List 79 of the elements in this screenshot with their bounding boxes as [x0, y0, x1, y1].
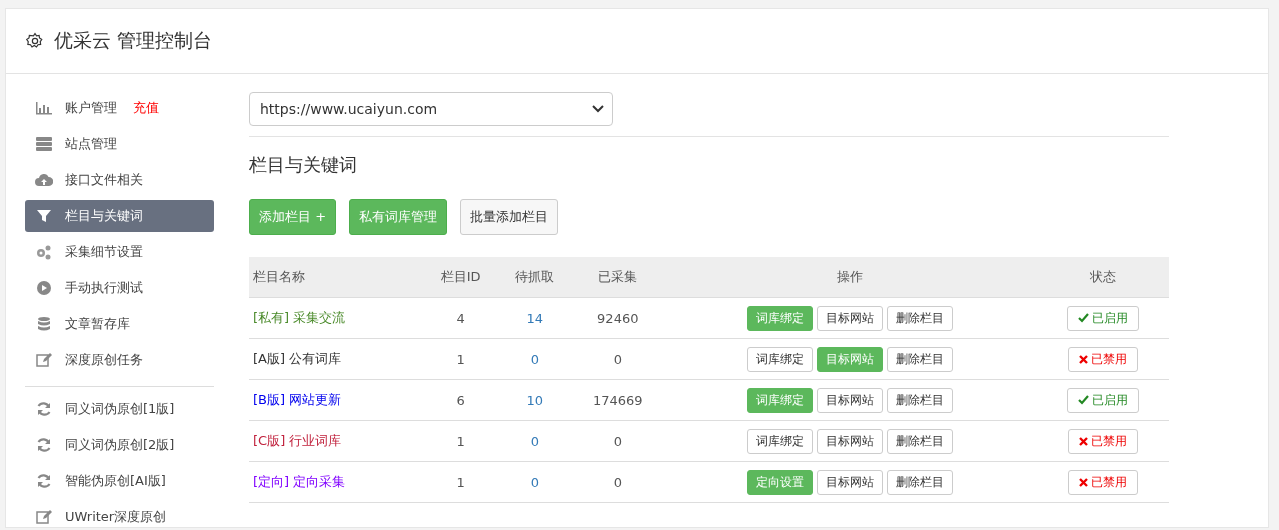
- sidebar-item-label: 账户管理: [65, 99, 117, 117]
- table-cell: 1: [423, 338, 499, 380]
- settings-icon: [26, 32, 44, 50]
- row-action-button[interactable]: 目标网站: [817, 469, 884, 495]
- column-header: 待抓取: [498, 257, 572, 298]
- table-cell: 0: [571, 420, 664, 462]
- column-header: 栏目ID: [423, 257, 499, 298]
- row-action-button[interactable]: 目标网站: [817, 305, 884, 331]
- row-action-button[interactable]: 删除栏目: [887, 428, 954, 454]
- row-action-button[interactable]: 词库绑定: [747, 346, 814, 372]
- server-icon: [35, 136, 53, 152]
- table-cell: [C版] 行业词库: [249, 420, 424, 462]
- sidebar-item[interactable]: 手动执行测试: [25, 272, 214, 304]
- sidebar-item[interactable]: 站点管理: [25, 128, 214, 160]
- sidebar-item[interactable]: UWriter深度原创: [25, 501, 214, 527]
- filter-icon: [35, 208, 53, 224]
- table-cell: 174669: [571, 379, 664, 421]
- status-button[interactable]: 已启用: [1066, 387, 1139, 413]
- table-cell: 0: [571, 338, 664, 380]
- table-cell: 10: [498, 379, 572, 421]
- table-cell: 14: [498, 297, 572, 339]
- row-action-button[interactable]: 删除栏目: [887, 305, 954, 331]
- refresh-icon: [35, 401, 53, 417]
- play-icon: [35, 280, 53, 296]
- sidebar-item[interactable]: 账户管理 充值: [25, 92, 214, 124]
- column-header: 状态: [1036, 257, 1169, 298]
- database-icon: [35, 316, 53, 332]
- recharge-link[interactable]: 充值: [133, 99, 159, 117]
- sidebar-item[interactable]: 采集细节设置: [25, 236, 214, 268]
- status-button[interactable]: 已禁用: [1067, 346, 1138, 372]
- section-title: 栏目与关键词: [249, 153, 358, 177]
- status-button[interactable]: 已禁用: [1067, 469, 1138, 495]
- row-action-button[interactable]: 删除栏目: [887, 346, 954, 372]
- table-cell: 4: [423, 297, 499, 339]
- table-cell: [定向] 定向采集: [249, 461, 424, 503]
- sidebar-item[interactable]: 栏目与关键词: [25, 200, 214, 232]
- table-cell: 1: [423, 461, 499, 503]
- table-cell: [私有] 采集交流: [249, 297, 424, 339]
- table-cell: 0: [498, 420, 572, 462]
- edit-icon: [35, 509, 53, 525]
- row-action-button[interactable]: 词库绑定: [747, 428, 814, 454]
- site-select[interactable]: https://www.ucaiyun.com: [249, 92, 613, 126]
- gears-icon: [35, 244, 53, 260]
- cross-icon: [1078, 477, 1088, 487]
- table-cell: 6: [423, 379, 499, 421]
- table-cell: [A版] 公有词库: [249, 338, 424, 380]
- sidebar-item[interactable]: 文章暂存库: [25, 308, 214, 340]
- status-button[interactable]: 已启用: [1066, 305, 1139, 331]
- column-header: 已采集: [571, 257, 664, 298]
- edit-icon: [35, 352, 53, 368]
- table-cell: 92460: [571, 297, 664, 339]
- cross-icon: [1078, 354, 1088, 364]
- table-cell: 0: [571, 461, 664, 503]
- caret-icon: [592, 105, 604, 113]
- table-cell: 1: [423, 420, 499, 462]
- table-cell: 0: [498, 338, 572, 380]
- table-cell: [B版] 网站更新: [249, 379, 424, 421]
- column-header: 栏目名称: [249, 257, 424, 298]
- refresh-icon: [35, 437, 53, 453]
- page-title: 优采云 管理控制台: [54, 28, 213, 53]
- cloud-upload-icon: [35, 172, 53, 188]
- table-cell: 0: [498, 461, 572, 503]
- cross-icon: [1078, 436, 1088, 446]
- row-action-button[interactable]: 目标网站: [817, 387, 884, 413]
- sidebar-item[interactable]: 智能伪原创[AI版]: [25, 465, 214, 497]
- check-icon: [1077, 395, 1089, 405]
- column-header: 操作: [664, 257, 1037, 298]
- refresh-icon: [35, 473, 53, 489]
- action-button[interactable]: 批量添加栏目: [460, 199, 559, 235]
- row-action-button[interactable]: 删除栏目: [887, 387, 954, 413]
- row-action-button[interactable]: 目标网站: [817, 428, 884, 454]
- row-action-button[interactable]: 删除栏目: [887, 469, 954, 495]
- sidebar-item[interactable]: 同义词伪原创[2版]: [25, 429, 214, 461]
- chart-icon: [35, 100, 53, 116]
- status-button[interactable]: 已禁用: [1067, 428, 1138, 454]
- sidebar-item[interactable]: 深度原创任务: [25, 344, 214, 376]
- sidebar-item[interactable]: 接口文件相关: [25, 164, 214, 196]
- sidebar-item[interactable]: 同义词伪原创[1版]: [25, 393, 214, 425]
- check-icon: [1077, 313, 1089, 323]
